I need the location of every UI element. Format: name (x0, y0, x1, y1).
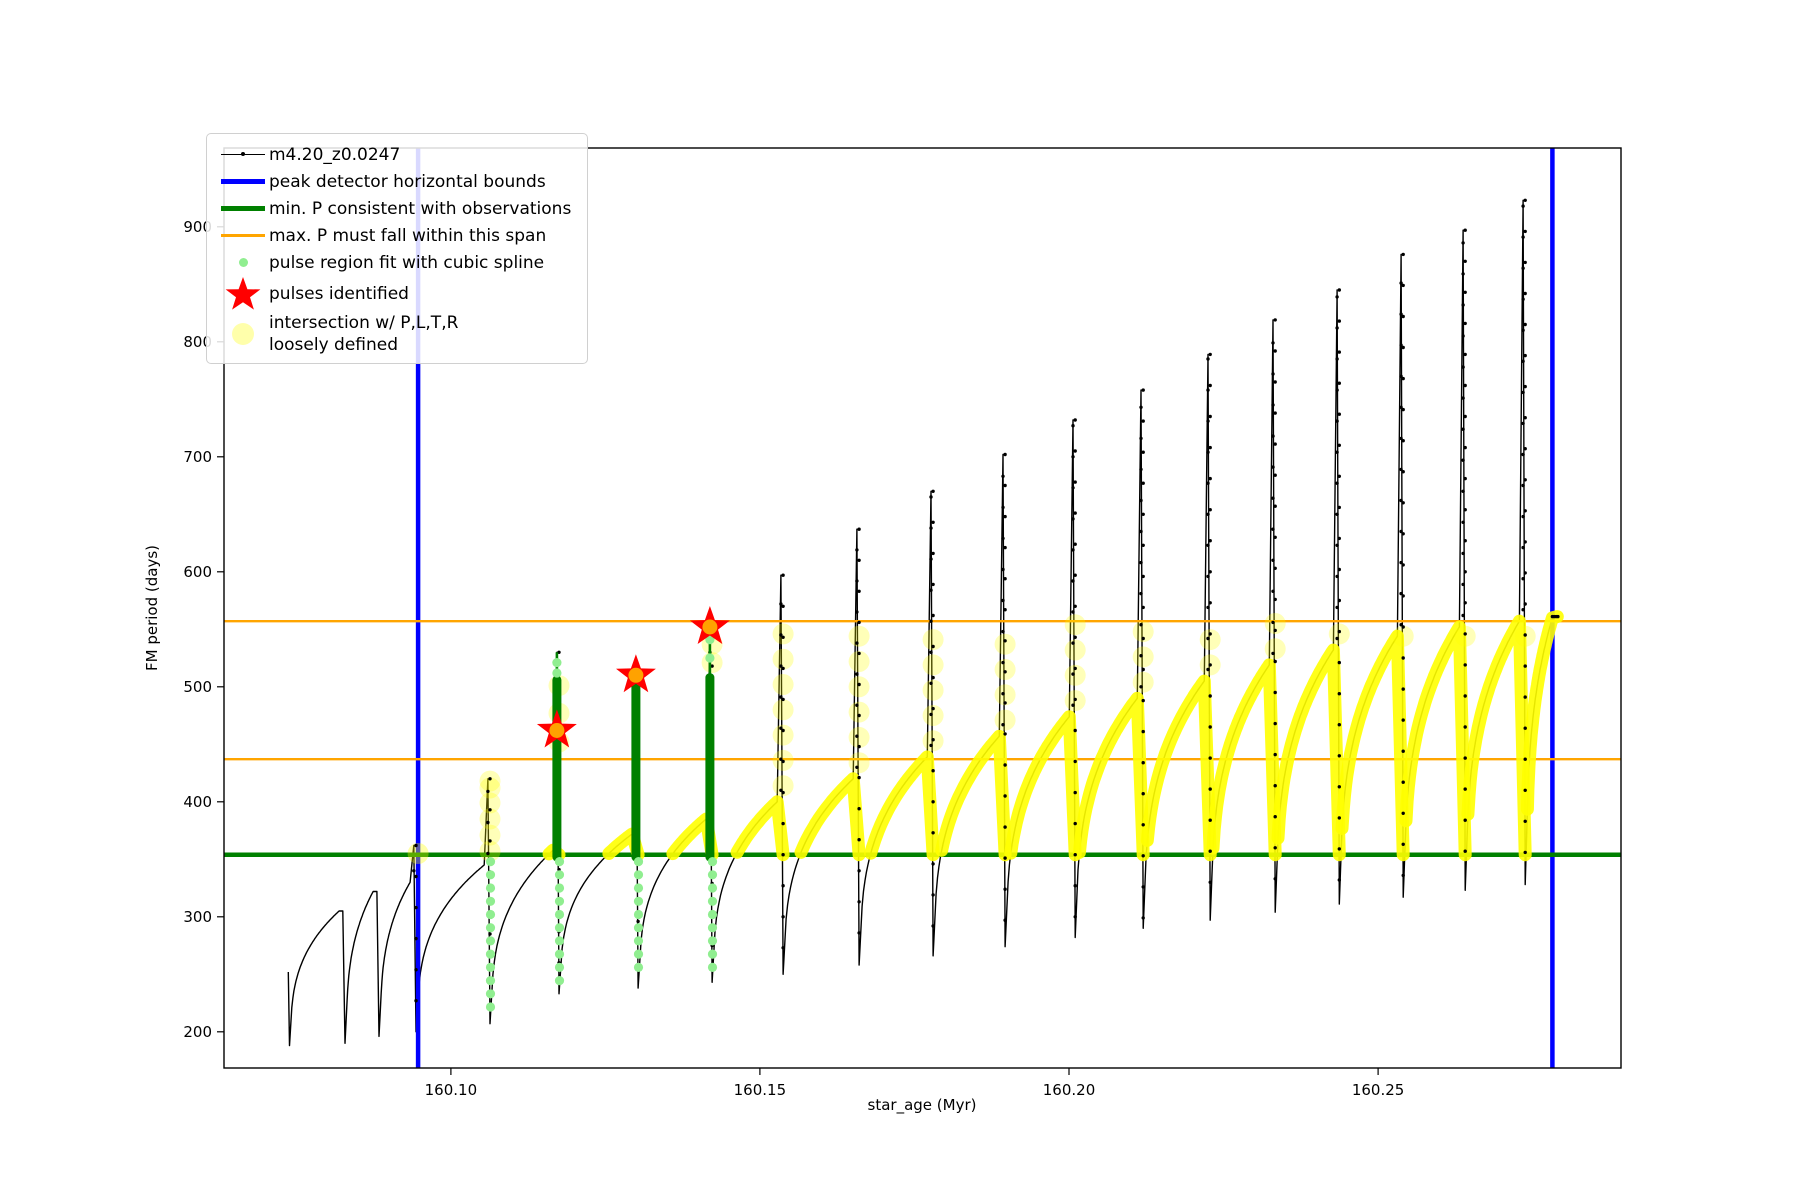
lightgreen-dot-icon (217, 258, 269, 267)
legend-entry-spline: pulse region fit with cubic spline (217, 249, 571, 276)
legend-label: pulse region fit with cubic spline (269, 252, 545, 273)
legend-label: max. P must fall within this span (269, 225, 547, 246)
legend-entry-max-p: max. P must fall within this span (217, 222, 571, 249)
legend-entry-min-p: min. P consistent with observations (217, 195, 571, 222)
legend-label: min. P consistent with observations (269, 198, 572, 219)
legend-entry-peak-bounds: peak detector horizontal bounds (217, 168, 571, 195)
faint-yellow-circle-icon (217, 323, 269, 345)
legend-label: peak detector horizontal bounds (269, 171, 546, 192)
svg-text:160.10: 160.10 (425, 1081, 478, 1099)
svg-text:500: 500 (183, 678, 212, 696)
orange-line-icon (217, 234, 269, 237)
svg-text:160.20: 160.20 (1043, 1081, 1096, 1099)
svg-text:160.15: 160.15 (734, 1081, 787, 1099)
blue-line-icon (217, 179, 269, 184)
svg-text:200: 200 (183, 1023, 212, 1041)
legend-entry-pulses: pulses identified (217, 276, 571, 312)
svg-text:400: 400 (183, 793, 212, 811)
series-line-icon (217, 152, 269, 157)
legend-label: m4.20_z0.0247 (269, 144, 401, 165)
legend-entry-series: m4.20_z0.0247 (217, 141, 571, 168)
red-star-icon (217, 276, 269, 312)
legend-entry-intersection: intersection w/ P,L,T,R loosely defined (217, 312, 571, 356)
legend-label: pulses identified (269, 284, 409, 304)
x-axis-label: star_age (Myr) (867, 1096, 977, 1114)
legend: m4.20_z0.0247 peak detector horizontal b… (206, 133, 589, 364)
figure: 160.10 160.15 160.20 160.25 200 300 400 500 600 7… (0, 0, 1800, 1200)
y-axis-label: FM period (days) (143, 545, 161, 671)
svg-text:600: 600 (183, 563, 212, 581)
svg-text:160.25: 160.25 (1352, 1081, 1405, 1099)
green-line-icon (217, 206, 269, 211)
legend-label: intersection w/ P,L,T,R loosely defined (269, 313, 459, 355)
svg-text:700: 700 (183, 448, 212, 466)
svg-text:300: 300 (183, 908, 212, 926)
